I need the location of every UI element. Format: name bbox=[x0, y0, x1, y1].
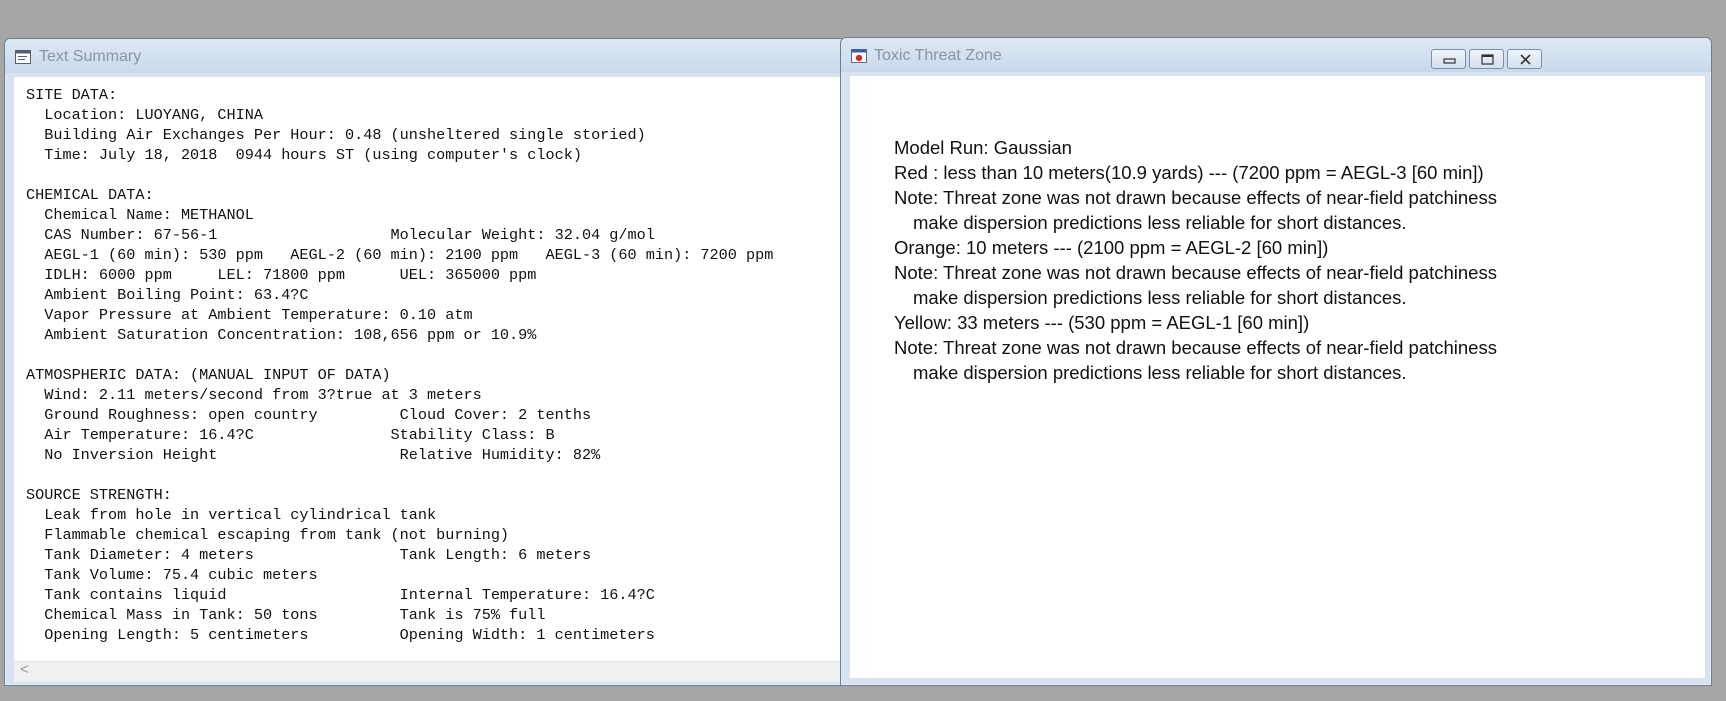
summary-line: No Inversion Height Relative Humidity: 8… bbox=[26, 446, 601, 464]
threat-line: Note: Threat zone was not drawn because … bbox=[894, 187, 1497, 208]
threat-line: make dispersion predictions less reliabl… bbox=[913, 212, 1407, 233]
summary-line: ATMOSPHERIC DATA: (MANUAL INPUT OF DATA) bbox=[26, 366, 391, 384]
close-button[interactable] bbox=[1507, 49, 1542, 69]
toxic-threat-zone-content: Model Run: Gaussian Red : less than 10 me… bbox=[850, 76, 1705, 678]
summary-line: Tank Volume: 75.4 cubic meters bbox=[26, 566, 318, 584]
summary-line: Chemical Mass in Tank: 50 tons Tank is 7… bbox=[26, 606, 546, 624]
threat-line: Note: Threat zone was not drawn because … bbox=[894, 262, 1497, 283]
summary-line: Time: July 18, 2018 0944 hours ST (using… bbox=[26, 146, 582, 164]
threat-line: Note: Threat zone was not drawn because … bbox=[894, 337, 1497, 358]
threat-zone-text: Model Run: Gaussian Red : less than 10 me… bbox=[894, 135, 1497, 385]
summary-line: Vapor Pressure at Ambient Temperature: 0… bbox=[26, 306, 473, 324]
threat-zone-icon bbox=[851, 49, 867, 63]
maximize-icon bbox=[1481, 54, 1494, 65]
threat-line: make dispersion predictions less reliabl… bbox=[913, 287, 1407, 308]
text-summary-window[interactable]: Text Summary SITE DATA: Location: LUOYAN… bbox=[4, 38, 846, 686]
summary-line: CAS Number: 67-56-1 Molecular Weight: 32… bbox=[26, 226, 655, 244]
text-summary-titlebar[interactable]: Text Summary bbox=[5, 39, 845, 73]
text-document-icon bbox=[15, 50, 31, 64]
text-summary-title: Text Summary bbox=[39, 48, 142, 65]
toxic-threat-zone-titlebar[interactable]: Toxic Threat Zone bbox=[841, 38, 1711, 72]
scroll-left-arrow-icon[interactable]: < bbox=[20, 661, 29, 678]
summary-line: Building Air Exchanges Per Hour: 0.48 (u… bbox=[26, 126, 646, 144]
threat-line: Orange: 10 meters --- (2100 ppm = AEGL-2… bbox=[894, 237, 1329, 258]
summary-line: Ambient Boiling Point: 63.4?C bbox=[26, 286, 309, 304]
maximize-button[interactable] bbox=[1469, 49, 1504, 69]
summary-text-block: SITE DATA: Location: LUOYANG, CHINA Buil… bbox=[26, 85, 773, 645]
summary-line: Chemical Name: METHANOL bbox=[26, 206, 254, 224]
threat-line: Model Run: Gaussian bbox=[894, 137, 1072, 158]
summary-line: Ambient Saturation Concentration: 108,65… bbox=[26, 326, 537, 344]
summary-line: AEGL-1 (60 min): 530 ppm AEGL-2 (60 min)… bbox=[26, 246, 774, 264]
minimize-button[interactable] bbox=[1431, 49, 1466, 69]
toxic-threat-zone-title: Toxic Threat Zone bbox=[874, 47, 1002, 64]
close-icon bbox=[1520, 54, 1531, 65]
summary-line: Ground Roughness: open country Cloud Cov… bbox=[26, 406, 592, 424]
summary-line: SOURCE STRENGTH: bbox=[26, 486, 172, 504]
summary-line: Location: LUOYANG, CHINA bbox=[26, 106, 263, 124]
summary-line: Tank contains liquid Internal Temperatur… bbox=[26, 586, 655, 604]
summary-line: CHEMICAL DATA: bbox=[26, 186, 154, 204]
horizontal-scrollbar[interactable]: < bbox=[14, 661, 844, 682]
summary-line: Flammable chemical escaping from tank (n… bbox=[26, 526, 510, 544]
threat-line: Yellow: 33 meters --- (530 ppm = AEGL-1 … bbox=[894, 312, 1310, 333]
summary-line: SITE DATA: bbox=[26, 86, 118, 104]
summary-line: Wind: 2.11 meters/second from 3?true at … bbox=[26, 386, 482, 404]
toxic-threat-zone-window[interactable]: Toxic Threat Zone Model Run: Gaussian Red… bbox=[840, 37, 1712, 686]
threat-line: make dispersion predictions less reliabl… bbox=[913, 362, 1407, 383]
threat-line: Red : less than 10 meters(10.9 yards) --… bbox=[894, 162, 1484, 183]
summary-line: Air Temperature: 16.4?C Stability Class:… bbox=[26, 426, 555, 444]
text-summary-content[interactable]: SITE DATA: Location: LUOYANG, CHINA Buil… bbox=[14, 77, 844, 682]
minimize-icon bbox=[1443, 58, 1456, 64]
summary-line: Tank Diameter: 4 meters Tank Length: 6 m… bbox=[26, 546, 592, 564]
summary-line: Opening Length: 5 centimeters Opening Wi… bbox=[26, 626, 655, 644]
summary-line: IDLH: 6000 ppm LEL: 71800 ppm UEL: 36500… bbox=[26, 266, 537, 284]
summary-line: Leak from hole in vertical cylindrical t… bbox=[26, 506, 437, 524]
